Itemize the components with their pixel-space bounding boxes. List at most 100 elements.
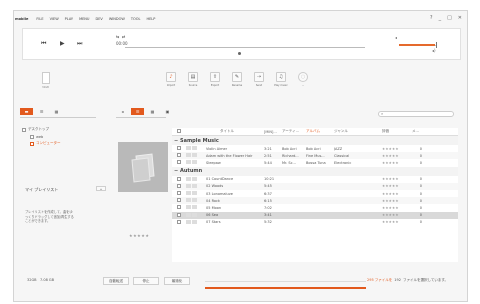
track-rating[interactable]: ★★★★★ [382, 161, 412, 165]
album-view-tab[interactable]: ▣ [161, 108, 174, 115]
close-button[interactable]: ✕ [458, 15, 462, 21]
group-header[interactable]: − Sample Music [172, 136, 458, 145]
maximize-button[interactable]: □ [447, 15, 452, 21]
stop-button[interactable]: 停止 [133, 277, 159, 285]
col-rating[interactable]: 評価 [382, 129, 412, 134]
search-input[interactable]: ⌕ [378, 111, 454, 117]
track-rating[interactable]: ★★★★★ [382, 206, 412, 210]
grid-tab[interactable]: ▦ [50, 108, 63, 115]
device-icon[interactable] [42, 72, 50, 84]
album-rating[interactable]: ★★★★★ [129, 233, 149, 238]
optimize-button[interactable]: 最適化 [164, 277, 190, 285]
row-tag-icon [186, 153, 191, 158]
menu-file[interactable]: FILE [36, 17, 43, 21]
menu-help[interactable]: HELP [146, 17, 155, 21]
row-controls[interactable] [182, 146, 206, 151]
shuffle-icon[interactable]: ⇄ [122, 34, 125, 39]
track-row[interactable]: 07 Stars 5:32 ★★★★★ 0 [172, 219, 458, 226]
list-tab[interactable]: ☰ [35, 108, 48, 115]
row-checkbox[interactable] [172, 146, 182, 151]
row-checkbox[interactable] [172, 153, 182, 158]
col-title[interactable]: タイトル [182, 129, 264, 134]
checkbox[interactable] [30, 134, 34, 139]
playlist-add-button[interactable]: + [96, 186, 106, 191]
track-rating[interactable]: ★★★★★ [382, 147, 412, 151]
track-rating[interactable]: ★★★★★ [382, 192, 412, 196]
menu-tool[interactable]: TOOL [131, 17, 141, 21]
track-rating[interactable]: ★★★★★ [382, 184, 412, 188]
menu-dev[interactable]: DEV [96, 17, 103, 21]
track-rating[interactable]: ★★★★★ [382, 213, 412, 217]
tool-source[interactable]: ▤ Source [184, 72, 202, 87]
track-rating[interactable]: ★★★★★ [382, 177, 412, 181]
repeat-icon[interactable]: ⇆ [116, 34, 119, 39]
track-row[interactable]: 04 Rock 6:15 ★★★★★ 0 [172, 197, 458, 205]
next-icon[interactable]: ⏭ [77, 40, 82, 48]
col-album[interactable]: アルバム [306, 129, 334, 134]
track-row[interactable]: 05 Moon 7:02 ★★★★★ 0 [172, 204, 458, 211]
row-controls[interactable] [182, 176, 206, 182]
row-controls[interactable] [182, 198, 206, 203]
grid-view-tab[interactable]: ▦ [146, 108, 159, 115]
row-controls[interactable] [182, 160, 206, 165]
row-checkbox[interactable] [172, 198, 182, 203]
track-row[interactable]: 01 CountDance 10:21 ★★★★★ 0 [172, 176, 458, 183]
row-checkbox[interactable] [172, 219, 182, 225]
menu-menu[interactable]: MENU [79, 17, 89, 21]
track-rating[interactable]: ★★★★★ [382, 199, 412, 203]
menu-view[interactable]: VIEW [50, 17, 59, 21]
track-row[interactable]: 06 Sea 3:41 ★★★★★ 0 [172, 211, 458, 219]
row-checkbox[interactable] [172, 160, 182, 165]
seek-bar[interactable] [125, 47, 365, 48]
folder-tab[interactable]: ▬ [20, 108, 33, 115]
track-row[interactable]: Violin Aimer 3:21 Bob Acri Bob Acri JAZZ… [172, 145, 458, 152]
row-checkbox[interactable] [172, 191, 182, 196]
col-check[interactable] [172, 129, 182, 134]
auto-transfer-button[interactable]: 自動転送 [103, 277, 129, 285]
help-button[interactable]: ? [430, 15, 433, 21]
tool-send[interactable]: ⇢ Send [250, 72, 268, 87]
volume-handle[interactable] [436, 42, 437, 48]
tree-web[interactable]: web [30, 133, 61, 140]
track-row[interactable]: Sleepaw 5:44 Mr. Sc... Bossa Tuna Electr… [172, 159, 458, 166]
seek-handle[interactable] [238, 52, 241, 55]
row-checkbox[interactable] [172, 205, 182, 210]
row-controls[interactable] [182, 153, 206, 158]
tool-import[interactable]: ♪ Import [162, 72, 180, 87]
play-icon[interactable]: ▶ [60, 40, 65, 47]
tool-send-label: Send [255, 84, 263, 87]
row-controls[interactable] [182, 212, 206, 218]
col-plays[interactable]: メ... [412, 129, 422, 134]
row-controls[interactable] [182, 205, 206, 210]
track-rating[interactable]: ★★★★★ [382, 154, 412, 158]
menu-play[interactable]: PLAY [65, 17, 73, 21]
tool-export[interactable]: ⇪ Export [206, 72, 224, 87]
row-controls[interactable] [182, 191, 206, 196]
collapse-icon[interactable]: − [172, 168, 180, 174]
track-rating[interactable]: ★★★★★ [382, 220, 412, 224]
row-checkbox[interactable] [172, 176, 182, 182]
back-tab[interactable]: ◂ [116, 108, 129, 115]
row-controls[interactable] [182, 183, 206, 189]
col-genre[interactable]: ジャンル [334, 129, 382, 134]
tool-rename[interactable]: ✎ Rename [228, 72, 246, 87]
tree-desktop[interactable]: デスクトップ [22, 126, 61, 133]
collapse-icon[interactable]: − [172, 138, 180, 144]
list-view-tab[interactable]: ☰ [131, 108, 144, 115]
track-row[interactable]: 02 Woods 5:45 ★★★★★ 0 [172, 182, 458, 190]
tree-computer[interactable]: コンピューター [30, 140, 61, 147]
col-time[interactable]: [MIN]... [264, 130, 282, 134]
previous-icon[interactable]: ⏮ [41, 40, 46, 48]
minimize-button[interactable]: _ [439, 15, 442, 21]
row-checkbox[interactable] [172, 183, 182, 189]
track-row[interactable]: Adam with the Flower Hair 2:51 Richard..… [172, 152, 458, 160]
col-artist[interactable]: アーティ... [282, 129, 306, 134]
menu-window[interactable]: WINDOW [109, 17, 125, 21]
checkbox[interactable] [22, 127, 26, 132]
checkbox[interactable] [30, 141, 34, 146]
row-checkbox[interactable] [172, 212, 182, 218]
tool-play-music[interactable]: ♫ Play music [272, 72, 290, 87]
row-controls[interactable] [182, 219, 206, 225]
track-row[interactable]: 03 Lonomaluve 6:37 ★★★★★ 0 [172, 190, 458, 197]
group-header[interactable]: − Autumn [172, 166, 458, 176]
